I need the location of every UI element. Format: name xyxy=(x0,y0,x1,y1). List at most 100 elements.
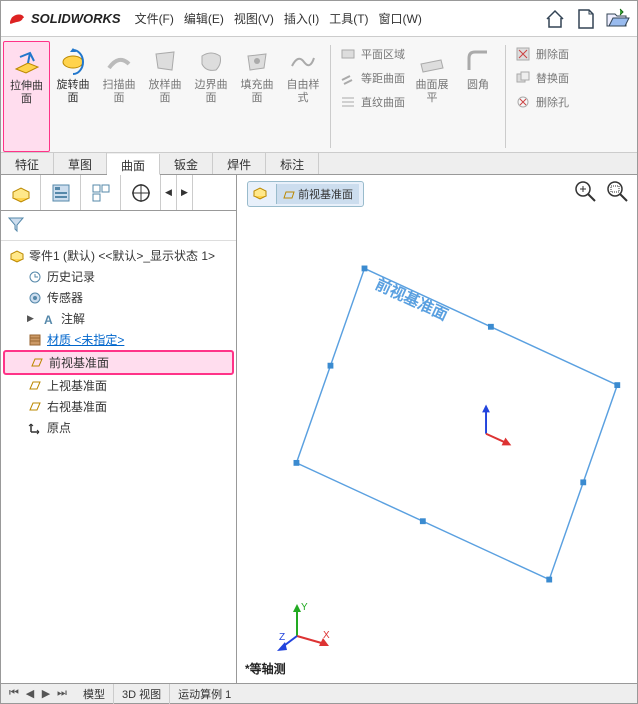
bottom-tab-bar: ⏮ ◀ ▶ ⏭ 模型 3D 视图 运动算例 1 xyxy=(1,683,637,703)
feature-tree-tab[interactable] xyxy=(1,175,41,210)
boundary-surface-button[interactable]: 边界曲 面 xyxy=(188,41,234,152)
tree-material[interactable]: 材质 <未指定> xyxy=(3,329,234,350)
history-icon xyxy=(27,269,43,285)
configuration-manager-tab[interactable] xyxy=(81,175,121,210)
replace-face-button[interactable]: 替换面 xyxy=(514,67,569,89)
nav-next-icon[interactable]: ▶ xyxy=(39,687,53,700)
menu-file[interactable]: 文件(F) xyxy=(131,8,178,29)
freeform-button[interactable]: 自由样 式 xyxy=(280,41,326,152)
expand-icon[interactable]: ▶ xyxy=(27,313,37,324)
delete-hole-button[interactable]: 删除孔 xyxy=(514,91,569,113)
app-logo: SOLIDWORKS xyxy=(7,9,121,29)
plane-icon xyxy=(27,378,43,394)
freeform-label: 自由样 式 xyxy=(287,79,320,105)
zoom-in-icon[interactable] xyxy=(573,179,599,205)
viewport-toolbar xyxy=(573,179,631,205)
loft-surface-button[interactable]: 放样曲 面 xyxy=(142,41,188,152)
tab-annotations[interactable]: 标注 xyxy=(266,153,319,174)
menu-view[interactable]: 视图(V) xyxy=(230,8,278,29)
origin-icon xyxy=(27,420,43,436)
part-icon xyxy=(9,248,25,264)
bottom-tab-motion[interactable]: 运动算例 1 xyxy=(169,684,239,704)
extrude-surface-icon xyxy=(11,46,43,78)
offset-surface-button[interactable]: 等距曲面 xyxy=(339,67,405,89)
app-name: SOLIDWORKS xyxy=(31,11,121,26)
zoom-area-icon[interactable] xyxy=(605,179,631,205)
tab-sketch[interactable]: 草图 xyxy=(54,153,107,174)
tree-front-plane[interactable]: 前视基准面 xyxy=(3,350,234,375)
fillet-icon xyxy=(462,45,494,77)
tree-root[interactable]: 零件1 (默认) <<默认>_显示状态 1> xyxy=(3,245,234,266)
delete-hole-icon xyxy=(514,93,532,111)
home-icon[interactable] xyxy=(543,7,567,31)
plane-icon xyxy=(283,190,295,200)
isometric-plane: 前视基准面 xyxy=(277,205,627,643)
tree-sensors[interactable]: 传感器 xyxy=(3,287,234,308)
tree-history[interactable]: 历史记录 xyxy=(3,266,234,287)
fill-surface-button[interactable]: 填充曲 面 xyxy=(234,41,280,152)
revolve-surface-icon xyxy=(57,45,89,77)
menu-items: 文件(F) 编辑(E) 视图(V) 插入(I) 工具(T) 窗口(W) xyxy=(131,8,426,29)
swept-surface-button[interactable]: 扫描曲 面 xyxy=(96,41,142,152)
plane-icon xyxy=(27,399,43,415)
solidworks-logo-icon xyxy=(7,9,27,29)
delete-face-button[interactable]: 删除面 xyxy=(514,43,569,65)
feature-tree-icon xyxy=(10,182,32,204)
menu-window[interactable]: 窗口(W) xyxy=(375,8,426,29)
new-doc-icon[interactable] xyxy=(575,7,597,31)
tab-surfaces[interactable]: 曲面 xyxy=(107,154,160,175)
tab-weldments[interactable]: 焊件 xyxy=(213,153,266,174)
fillet-button[interactable]: 圆角 xyxy=(455,41,501,152)
property-manager-tab[interactable] xyxy=(41,175,81,210)
fillet-label: 圆角 xyxy=(467,79,489,92)
menu-bar: SOLIDWORKS 文件(F) 编辑(E) 视图(V) 插入(I) 工具(T)… xyxy=(1,1,637,37)
command-tabs: 特征 草图 曲面 钣金 焊件 标注 xyxy=(1,153,637,175)
tree-filter[interactable] xyxy=(1,211,236,241)
plane-geometry: 前视基准面 xyxy=(277,205,627,643)
tab-features[interactable]: 特征 xyxy=(1,153,54,174)
side-panel-nav-right[interactable]: ▶ xyxy=(177,175,193,210)
tab-sheet-metal[interactable]: 钣金 xyxy=(160,153,213,174)
tree-origin[interactable]: 原点 xyxy=(3,417,234,438)
offset-surface-icon xyxy=(339,69,357,87)
breadcrumb[interactable]: 前视基准面 xyxy=(247,181,364,207)
bottom-tab-model[interactable]: 模型 xyxy=(75,684,113,704)
graphics-viewport[interactable]: 前视基准面 前视基准面 xyxy=(237,175,637,683)
menu-insert[interactable]: 插入(I) xyxy=(280,8,323,29)
breadcrumb-plane[interactable]: 前视基准面 xyxy=(276,184,359,204)
bottom-tab-3dview[interactable]: 3D 视图 xyxy=(113,684,169,704)
svg-text:Y: Y xyxy=(301,602,308,613)
annotations-icon: A xyxy=(41,311,57,327)
replace-face-icon xyxy=(514,69,532,87)
nav-last-icon[interactable]: ⏭ xyxy=(55,687,69,700)
fill-surface-icon xyxy=(241,45,273,77)
svg-text:前视基准面: 前视基准面 xyxy=(373,274,451,324)
feature-tree: 零件1 (默认) <<默认>_显示状态 1> 历史记录 传感器 ▶ A 注解 材… xyxy=(1,241,236,442)
quick-access xyxy=(543,7,631,31)
boundary-surface-icon xyxy=(195,45,227,77)
menu-edit[interactable]: 编辑(E) xyxy=(180,8,228,29)
side-panel-tabs: ◀ ▶ xyxy=(1,175,236,211)
ribbon-small-column-1: 平面区域 等距曲面 直纹曲面 xyxy=(335,41,409,152)
view-orientation-label: *等轴测 xyxy=(245,660,286,677)
tree-right-plane[interactable]: 右视基准面 xyxy=(3,396,234,417)
tree-top-plane[interactable]: 上视基准面 xyxy=(3,375,234,396)
revolve-surface-button[interactable]: 旋转曲 面 xyxy=(50,41,96,152)
open-folder-icon[interactable] xyxy=(605,7,631,31)
planar-region-button[interactable]: 平面区域 xyxy=(339,43,405,65)
side-panel-nav-left[interactable]: ◀ xyxy=(161,175,177,210)
nav-prev-icon[interactable]: ◀ xyxy=(23,687,37,700)
feature-manager-panel: ◀ ▶ 零件1 (默认) <<默认>_显示状态 1> 历史记录 传感器 ▶ A … xyxy=(1,175,237,683)
delete-face-icon xyxy=(514,45,532,63)
dimxpert-tab[interactable] xyxy=(121,175,161,210)
configuration-icon xyxy=(90,182,112,204)
tree-annotations[interactable]: ▶ A 注解 xyxy=(3,308,234,329)
nav-first-icon[interactable]: ⏮ xyxy=(7,687,21,700)
menu-tools[interactable]: 工具(T) xyxy=(325,8,372,29)
ruled-surface-button[interactable]: 直纹曲面 xyxy=(339,91,405,113)
dimxpert-icon xyxy=(130,182,152,204)
view-triad[interactable]: Y X Z xyxy=(277,596,337,659)
extrude-surface-button[interactable]: 拉伸曲 面 xyxy=(3,41,50,152)
swept-surface-label: 扫描曲 面 xyxy=(103,79,136,105)
surface-flatten-button[interactable]: 曲面展 平 xyxy=(409,41,455,152)
